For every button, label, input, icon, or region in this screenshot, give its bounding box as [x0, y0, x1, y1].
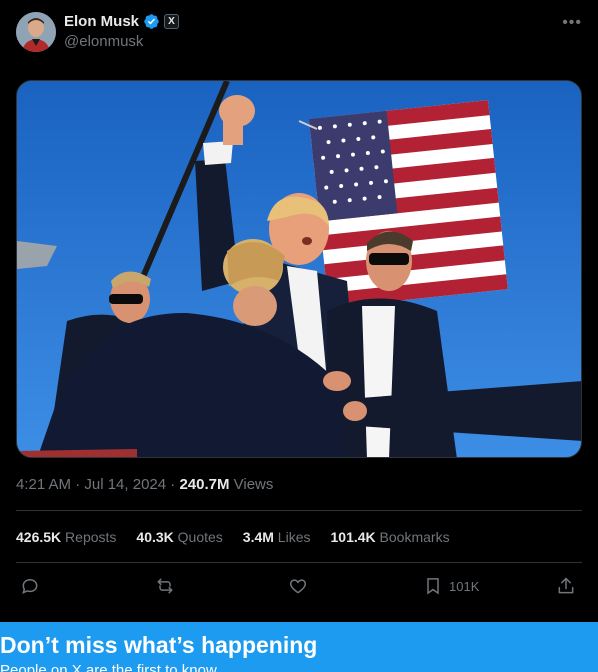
- banner-title: Don’t miss what’s happening: [0, 632, 318, 658]
- like-button[interactable]: [288, 576, 308, 596]
- reposts-label: Reposts: [61, 529, 117, 545]
- quotes-label: Quotes: [173, 529, 223, 545]
- bookmark-count: 101K: [449, 578, 480, 594]
- reply-button[interactable]: [20, 576, 40, 596]
- likes-count: 3.4M: [242, 529, 274, 545]
- share-button[interactable]: [556, 576, 576, 596]
- view-count: 240.7M: [179, 476, 230, 493]
- timestamp[interactable]: 4:21 AM · Jul 14, 2024 ·: [16, 476, 179, 493]
- tweet-meta: 4:21 AM · Jul 14, 2024 · 240.7M Views: [16, 476, 273, 493]
- engagement-stats: 426.5K Reposts 40.3K Quotes 3.4M Likes 1…: [16, 529, 450, 545]
- signup-banner: Don’t miss what’s happening People on X …: [0, 622, 598, 672]
- bookmark-button[interactable]: 101K: [423, 576, 479, 596]
- quotes-count: 40.3K: [136, 529, 174, 545]
- author-name-row: Elon Musk X: [64, 13, 180, 30]
- likes-label: Likes: [273, 529, 311, 545]
- tweet-header: Elon Musk X @elonmusk •••: [16, 12, 582, 52]
- likes-stat[interactable]: 3.4M Likes: [243, 529, 311, 545]
- repost-icon: [157, 578, 173, 594]
- divider: [16, 562, 582, 563]
- quotes-stat[interactable]: 40.3K Quotes: [136, 529, 222, 545]
- bookmarks-label: Bookmarks: [375, 529, 450, 545]
- bookmark-icon: [427, 578, 439, 595]
- divider: [16, 510, 582, 511]
- reposts-count: 426.5K: [16, 529, 62, 545]
- avatar[interactable]: [16, 12, 56, 52]
- like-icon: [289, 579, 307, 594]
- bookmarks-count: 101.4K: [330, 529, 376, 545]
- repost-button[interactable]: [155, 576, 175, 596]
- banner-subtitle: People on X are the first to know.: [0, 662, 221, 672]
- bookmarks-stat[interactable]: 101.4K Bookmarks: [331, 529, 450, 545]
- tweet-photo[interactable]: [16, 80, 582, 458]
- views-label: Views: [229, 476, 274, 493]
- author-handle[interactable]: @elonmusk: [64, 33, 143, 50]
- reply-icon: [22, 578, 38, 595]
- author-name[interactable]: Elon Musk: [64, 13, 139, 30]
- x-affiliate-badge: X: [164, 14, 180, 29]
- verified-icon: [144, 14, 159, 29]
- reposts-stat[interactable]: 426.5K Reposts: [16, 529, 116, 545]
- more-icon[interactable]: •••: [562, 14, 582, 32]
- share-icon: [558, 577, 574, 594]
- action-bar: 101K: [16, 574, 582, 602]
